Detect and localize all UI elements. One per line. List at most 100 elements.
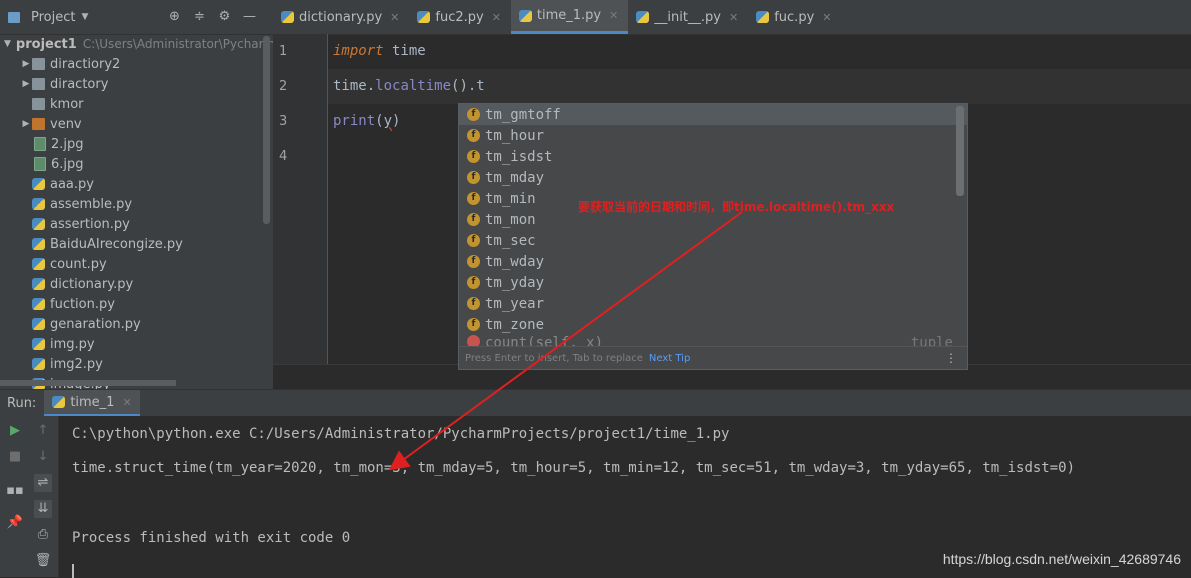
completion-item[interactable]: f tm_wday [459, 251, 967, 272]
run-tab-label: time_1 [70, 394, 115, 410]
field-icon: f [467, 213, 480, 226]
completion-item[interactable]: f tm_sec [459, 230, 967, 251]
line-number: 2 [279, 79, 288, 94]
run-icon[interactable]: ▶ [6, 422, 24, 440]
tree-item-file[interactable]: 6.jpg [0, 154, 263, 174]
run-console[interactable]: C:\python\python.exe C:/Users/Administra… [59, 416, 1191, 578]
tree-item-file[interactable]: fuction.py [0, 294, 263, 314]
python-file-icon [32, 178, 45, 190]
pin-icon[interactable]: 📌 [6, 514, 24, 532]
tree-item-diractiory2[interactable]: ▶ diractiory2 [0, 54, 263, 74]
collapse-icon[interactable]: ≑ [191, 8, 208, 25]
expanded-arrow-icon[interactable]: ▼ [4, 39, 11, 49]
completion-item[interactable]: f tm_year [459, 293, 967, 314]
project-view-icon [8, 11, 20, 23]
trash-icon[interactable]: 🗑 [34, 552, 52, 570]
stop-icon[interactable]: ■ [6, 448, 24, 466]
tree-item-file[interactable]: assemble.py [0, 194, 263, 214]
tab-time-1[interactable]: time_1.py ✕ [510, 0, 629, 34]
console-cursor [72, 564, 74, 578]
tree-item-label: BaiduAIrecongize.py [50, 236, 183, 252]
run-tab-time-1[interactable]: time_1 ✕ [44, 390, 140, 417]
project-view-selector[interactable]: Project [31, 10, 75, 25]
completion-popup: f tm_gmtoff f tm_hour f tm_isdst f tm_mday f… [458, 103, 968, 370]
line-number: 4 [279, 149, 288, 164]
run-toolbar: ▶ ↑ ■ ↓ ⇌ ▪▪ ⇊ 📌 ⎙ 🗑 [0, 416, 59, 577]
completion-item[interactable]: f tm_mday [459, 167, 967, 188]
tab-fuc[interactable]: fuc.py ✕ [748, 0, 841, 34]
keyword-import: import [333, 43, 384, 59]
print-icon[interactable]: ⎙ [34, 526, 52, 544]
soft-wrap-icon[interactable]: ⇌ [34, 474, 52, 492]
tree-item-file[interactable]: count.py [0, 254, 263, 274]
tree-item-label: assemble.py [50, 196, 133, 212]
gear-icon[interactable]: ⚙ [216, 8, 233, 25]
field-icon: f [467, 129, 480, 142]
completion-hint: Press Enter to insert, Tab to replace [465, 352, 643, 364]
code-text: ().t [451, 78, 485, 94]
close-icon[interactable]: ✕ [609, 9, 618, 22]
image-file-icon [34, 137, 46, 151]
close-icon[interactable]: ✕ [822, 11, 831, 24]
close-icon[interactable]: ✕ [122, 396, 131, 409]
tree-item-file[interactable]: genaration.py [0, 314, 263, 334]
code-text: ( [375, 113, 384, 129]
completion-item[interactable]: f tm_zone [459, 314, 967, 335]
tree-item-diractory[interactable]: ▶ diractory [0, 74, 263, 94]
completion-item[interactable]: f tm_gmtoff [459, 104, 967, 125]
collapsed-arrow-icon[interactable]: ▶ [20, 79, 32, 89]
python-file-icon [756, 11, 770, 23]
python-file-icon [32, 278, 45, 290]
python-file-icon [32, 218, 45, 230]
field-icon: f [467, 108, 480, 121]
chevron-down-icon[interactable]: ▼ [81, 12, 88, 22]
next-tip-link[interactable]: Next Tip [649, 353, 690, 364]
folder-icon [32, 98, 45, 110]
tree-item-file[interactable]: dictionary.py [0, 274, 263, 294]
scroll-to-end-icon[interactable]: ⇊ [34, 500, 52, 518]
field-icon: f [467, 318, 480, 331]
tab-dictionary[interactable]: dictionary.py ✕ [273, 0, 409, 34]
layout-icon[interactable]: ▪▪ [6, 482, 24, 500]
completion-item[interactable]: f tm_hour [459, 125, 967, 146]
scroll-up-icon[interactable]: ↑ [34, 422, 52, 440]
code-line-2[interactable]: time.localtime().t [328, 69, 1191, 104]
target-icon[interactable]: ⊕ [166, 8, 183, 25]
tree-item-label: diractory [50, 76, 109, 92]
code-line-1[interactable]: import time [328, 34, 1191, 69]
popup-scrollbar[interactable] [956, 106, 964, 196]
tree-item-file[interactable]: 2.jpg [0, 134, 263, 154]
more-options-icon[interactable]: ⋮ [945, 351, 957, 365]
tree-item-file[interactable]: aaa.py [0, 174, 263, 194]
minimize-icon[interactable]: — [241, 8, 258, 25]
close-icon[interactable]: ✕ [492, 11, 501, 24]
sidebar-scrollbar[interactable] [263, 36, 270, 224]
completion-item[interactable]: f tm_isdst [459, 146, 967, 167]
collapsed-arrow-icon[interactable]: ▶ [20, 119, 32, 129]
tab-label: fuc2.py [435, 9, 484, 25]
tab-fuc2[interactable]: fuc2.py ✕ [409, 0, 511, 34]
tree-item-file[interactable]: img2.py [0, 354, 263, 374]
console-line: time.struct_time(tm_year=2020, tm_mon=3,… [72, 460, 1076, 476]
tree-item-file[interactable]: BaiduAIrecongize.py [0, 234, 263, 254]
tab-label: __init__.py [654, 9, 721, 25]
tree-item-label: 6.jpg [51, 156, 84, 172]
tree-item-file[interactable]: img.py [0, 334, 263, 354]
tree-item-project1[interactable]: ▼ project1 C:\Users\Administrator\Pychar… [0, 34, 273, 54]
close-icon[interactable]: ✕ [390, 11, 399, 24]
tree-item-file[interactable]: assertion.py [0, 214, 263, 234]
tree-item-label: aaa.py [50, 176, 94, 192]
code-text: time. [333, 78, 376, 94]
close-icon[interactable]: ✕ [729, 11, 738, 24]
scroll-down-icon[interactable]: ↓ [34, 448, 52, 466]
tree-item-label: diractiory2 [50, 56, 121, 72]
tab-init[interactable]: __init__.py ✕ [628, 0, 748, 34]
tree-item-kmor[interactable]: kmor [0, 94, 263, 114]
tree-item-label: assertion.py [50, 216, 130, 232]
completion-item[interactable]: f tm_yday [459, 272, 967, 293]
tree-item-venv[interactable]: ▶ venv [0, 114, 263, 134]
sidebar-horizontal-scrollbar[interactable] [0, 380, 176, 386]
collapsed-arrow-icon[interactable]: ▶ [20, 59, 32, 69]
python-file-icon [32, 298, 45, 310]
python-file-icon [32, 198, 45, 210]
